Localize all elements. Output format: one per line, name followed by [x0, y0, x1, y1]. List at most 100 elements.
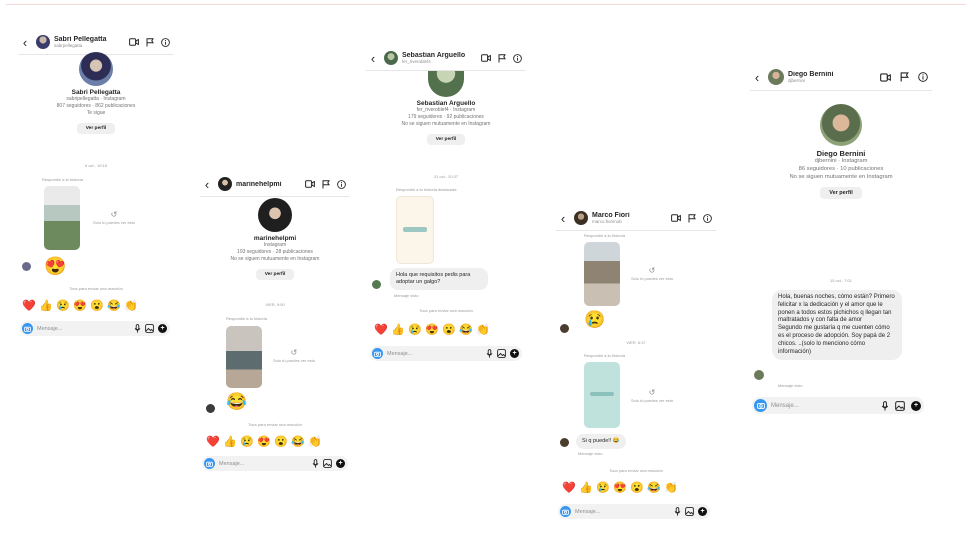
- profile-avatar[interactable]: [820, 104, 862, 146]
- reaction-laugh[interactable]: 😂: [647, 482, 661, 495]
- reaction-sad[interactable]: 😢: [240, 436, 254, 449]
- sender-avatar[interactable]: [754, 370, 764, 380]
- reaction-clap[interactable]: 👏: [124, 300, 138, 313]
- avatar[interactable]: [574, 211, 588, 225]
- reaction-heart[interactable]: ❤️: [374, 324, 388, 337]
- flag-icon[interactable]: [322, 179, 330, 189]
- reaction-heart[interactable]: ❤️: [562, 482, 576, 495]
- back-arrow-icon[interactable]: ‹: [556, 211, 570, 226]
- reaction-laugh[interactable]: 😂: [291, 436, 305, 449]
- header-username[interactable]: Marco Fiori: [592, 212, 671, 219]
- reaction-heart[interactable]: ❤️: [22, 300, 36, 313]
- sender-avatar[interactable]: [22, 262, 31, 271]
- back-arrow-icon[interactable]: ‹: [200, 177, 214, 192]
- plus-icon[interactable]: +: [911, 400, 921, 411]
- sender-avatar[interactable]: [560, 324, 569, 333]
- story-thumbnail[interactable]: [44, 186, 80, 250]
- back-arrow-icon[interactable]: ‹: [366, 51, 380, 66]
- flag-icon[interactable]: [146, 37, 154, 47]
- story-thumbnail[interactable]: [226, 326, 262, 388]
- reaction-thumbs-up[interactable]: 👍: [39, 300, 53, 313]
- reaction-bar[interactable]: ❤️ 👍 😢 😍 😮 😂 👏: [22, 300, 138, 313]
- profile-avatar[interactable]: [258, 198, 292, 232]
- view-profile-button[interactable]: Ver perfil: [255, 269, 295, 281]
- header-username[interactable]: marinehelpmi: [236, 181, 305, 188]
- plus-icon[interactable]: +: [158, 324, 167, 333]
- header-username[interactable]: Diego Bernini: [788, 71, 880, 78]
- header-username[interactable]: Sabri Pellegatta: [54, 36, 129, 43]
- microphone-icon[interactable]: [486, 349, 493, 358]
- flag-icon[interactable]: [498, 53, 506, 63]
- flag-icon[interactable]: [900, 72, 909, 82]
- view-profile-button[interactable]: Ver perfil: [76, 123, 116, 135]
- info-icon[interactable]: [513, 53, 522, 63]
- microphone-icon[interactable]: [881, 400, 889, 411]
- message-input[interactable]: Mensaje...: [37, 326, 134, 332]
- message-input[interactable]: Mensaje...: [771, 403, 881, 409]
- info-icon[interactable]: [337, 179, 346, 189]
- flag-icon[interactable]: [688, 213, 696, 223]
- avatar[interactable]: [768, 69, 784, 85]
- info-icon[interactable]: [703, 213, 712, 223]
- message-input[interactable]: Mensaje...: [387, 351, 486, 357]
- plus-icon[interactable]: +: [698, 507, 707, 516]
- reaction-thumbs-up[interactable]: 👍: [391, 324, 405, 337]
- info-icon[interactable]: [918, 72, 928, 82]
- reaction-laugh[interactable]: 😂: [107, 300, 121, 313]
- reaction-wow[interactable]: 😮: [630, 482, 644, 495]
- story-thumbnail[interactable]: [584, 362, 620, 428]
- camera-icon[interactable]: [372, 348, 383, 359]
- microphone-icon[interactable]: [312, 459, 319, 468]
- reaction-heart-eyes[interactable]: 😍: [73, 300, 87, 313]
- video-call-icon[interactable]: [880, 72, 891, 82]
- reaction-wow[interactable]: 😮: [442, 324, 456, 337]
- reaction-sad[interactable]: 😢: [56, 300, 70, 313]
- video-call-icon[interactable]: [129, 38, 139, 46]
- sender-avatar[interactable]: [206, 404, 215, 413]
- reaction-clap[interactable]: 👏: [308, 436, 322, 449]
- reaction-clap[interactable]: 👏: [476, 324, 490, 337]
- story-thumbnail[interactable]: [396, 196, 434, 264]
- camera-icon[interactable]: [22, 323, 33, 334]
- gallery-icon[interactable]: [323, 459, 332, 468]
- reaction-bar[interactable]: ❤️ 👍 😢 😍 😮 😂 👏: [374, 324, 490, 337]
- gallery-icon[interactable]: [895, 400, 905, 411]
- avatar[interactable]: [218, 177, 232, 191]
- gallery-icon[interactable]: [497, 349, 506, 358]
- video-call-icon[interactable]: [305, 180, 315, 188]
- reaction-thumbs-up[interactable]: 👍: [223, 436, 237, 449]
- back-arrow-icon[interactable]: ‹: [750, 70, 764, 85]
- story-thumbnail[interactable]: [584, 242, 620, 306]
- camera-icon[interactable]: [754, 399, 767, 412]
- plus-icon[interactable]: +: [336, 459, 345, 468]
- view-profile-button[interactable]: Ver perfil: [820, 187, 862, 200]
- gallery-icon[interactable]: [145, 324, 154, 333]
- reaction-bar[interactable]: ❤️ 👍 😢 😍 😮 😂 👏: [206, 436, 322, 449]
- reaction-wow[interactable]: 😮: [274, 436, 288, 449]
- reaction-heart-eyes[interactable]: 😍: [257, 436, 271, 449]
- sender-avatar[interactable]: [372, 280, 381, 289]
- avatar[interactable]: [384, 51, 398, 65]
- plus-icon[interactable]: +: [510, 349, 519, 358]
- header-username[interactable]: Sebastian Arguello: [402, 52, 481, 59]
- info-icon[interactable]: [161, 37, 170, 47]
- reaction-thumbs-up[interactable]: 👍: [579, 482, 593, 495]
- reaction-wow[interactable]: 😮: [90, 300, 104, 313]
- reaction-heart-eyes[interactable]: 😍: [425, 324, 439, 337]
- gallery-icon[interactable]: [685, 507, 694, 516]
- camera-icon[interactable]: [204, 458, 215, 469]
- microphone-icon[interactable]: [134, 324, 141, 333]
- profile-avatar[interactable]: [428, 71, 464, 97]
- reaction-heart-eyes[interactable]: 😍: [613, 482, 627, 495]
- profile-avatar[interactable]: [79, 52, 113, 86]
- reaction-sad[interactable]: 😢: [408, 324, 422, 337]
- avatar[interactable]: [36, 35, 50, 49]
- reaction-bar[interactable]: ❤️ 👍 😢 😍 😮 😂 👏: [562, 482, 678, 495]
- video-call-icon[interactable]: [481, 54, 491, 62]
- message-input[interactable]: Mensaje...: [575, 509, 674, 515]
- sender-avatar[interactable]: [560, 438, 569, 447]
- message-input[interactable]: Mensaje...: [219, 461, 312, 467]
- reaction-heart[interactable]: ❤️: [206, 436, 220, 449]
- reaction-sad[interactable]: 😢: [596, 482, 610, 495]
- video-call-icon[interactable]: [671, 214, 681, 222]
